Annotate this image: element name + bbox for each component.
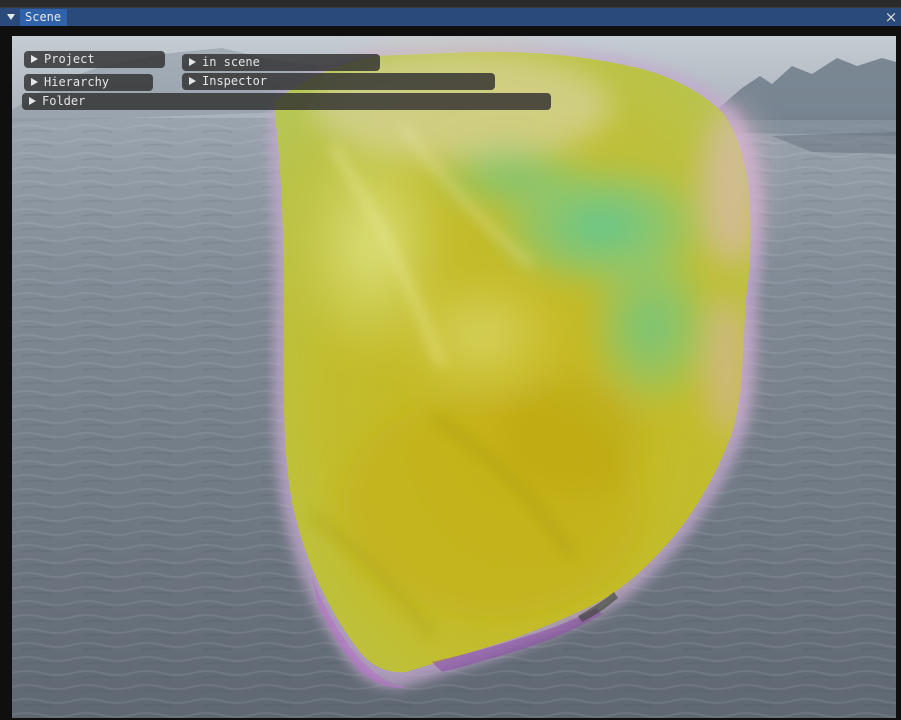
panel-in-scene-label: in scene: [202, 55, 260, 69]
panel-hierarchy-label: Hierarchy: [44, 75, 110, 89]
triangle-right-icon: [189, 58, 196, 66]
triangle-right-icon: [31, 55, 38, 63]
panel-inspector-label: Inspector: [202, 74, 268, 88]
panel-hierarchy[interactable]: Hierarchy: [24, 74, 153, 91]
panel-project-label: Project: [44, 52, 95, 66]
panel-folder-label: Folder: [42, 94, 86, 108]
triangle-right-icon: [189, 77, 196, 85]
triangle-down-icon[interactable]: [4, 11, 18, 23]
tab-scene[interactable]: Scene: [20, 9, 68, 26]
panel-project[interactable]: Project: [24, 51, 165, 68]
scene-render[interactable]: [12, 36, 896, 718]
triangle-right-icon: [29, 97, 36, 105]
scene-viewport[interactable]: Project in scene Hierarchy Inspector Fol…: [12, 36, 896, 718]
top-strip: [0, 0, 901, 7]
panel-inspector[interactable]: Inspector: [182, 73, 495, 90]
panel-folder[interactable]: Folder: [22, 93, 551, 110]
panel-in-scene[interactable]: in scene: [182, 54, 380, 71]
triangle-right-icon: [31, 78, 38, 86]
title-bar[interactable]: Scene ×: [0, 8, 901, 26]
close-icon[interactable]: ×: [884, 9, 898, 25]
scene-window: Scene × Project in scene Hierarchy Inspe…: [0, 7, 901, 720]
